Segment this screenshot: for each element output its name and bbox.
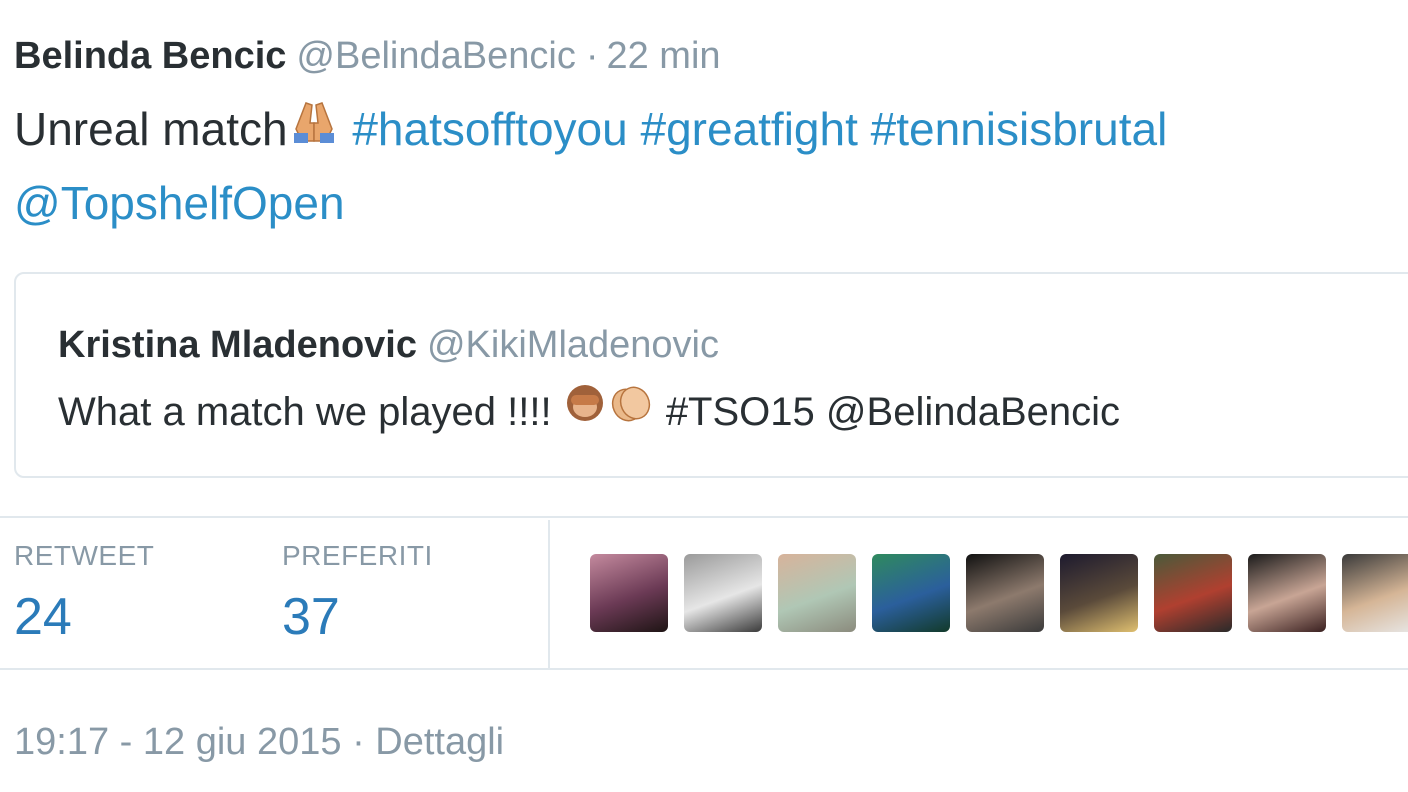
author-name[interactable]: Belinda Bencic bbox=[14, 35, 286, 77]
quoted-tweet-card[interactable]: Kristina Mladenovic @KikiMladenovic What … bbox=[14, 272, 1408, 478]
quoted-tweet-text: What a match we played !!!! #TSO15 @Beli… bbox=[58, 384, 1120, 444]
quoted-hashtag: #TSO15 bbox=[665, 390, 815, 434]
tweet-text: Unreal match #hatsofftoyou #greatfight #… bbox=[14, 94, 1394, 238]
favorites-stat[interactable]: PREFERITI 37 bbox=[282, 538, 433, 650]
favoriter-avatar[interactable] bbox=[590, 554, 668, 632]
favoriter-avatar[interactable] bbox=[1060, 554, 1138, 632]
retweet-stat[interactable]: RETWEET 24 bbox=[14, 538, 154, 650]
author-handle[interactable]: @BelindaBencic bbox=[296, 35, 575, 77]
tweet-stats: RETWEET 24 PREFERITI 37 bbox=[0, 516, 1408, 670]
tweet-timestamp[interactable]: 19:17 - 12 giu 2015 bbox=[14, 721, 342, 763]
favorites-label: PREFERITI bbox=[282, 540, 433, 571]
quoted-author-handle: @KikiMladenovic bbox=[426, 324, 719, 366]
favoriter-avatar[interactable] bbox=[966, 554, 1044, 632]
mention-link[interactable]: @TopshelfOpen bbox=[14, 177, 345, 229]
tweet-text-prefix: Unreal match bbox=[14, 103, 288, 155]
retweet-label: RETWEET bbox=[14, 540, 155, 571]
quoted-text: What a match we played !!!! bbox=[58, 390, 552, 434]
retweet-count: 24 bbox=[14, 588, 72, 646]
footer-separator: · bbox=[352, 721, 365, 763]
favorites-count: 37 bbox=[282, 588, 340, 646]
hashtag-link[interactable]: #greatfight bbox=[641, 103, 858, 155]
favoriter-avatar[interactable] bbox=[684, 554, 762, 632]
hashtag-link[interactable]: #tennisisbrutal bbox=[871, 103, 1168, 155]
praying-hands-icon bbox=[288, 93, 340, 164]
favoriter-avatar[interactable] bbox=[1342, 554, 1408, 632]
quoted-tweet-header: Kristina Mladenovic @KikiMladenovic bbox=[58, 320, 719, 370]
tweet-time[interactable]: 22 min bbox=[606, 35, 720, 77]
tweet-footer: 19:17 - 12 giu 2015 · Dettagli bbox=[14, 716, 504, 768]
favoriters-avatars bbox=[590, 554, 1408, 634]
stats-divider bbox=[548, 520, 550, 670]
see-no-evil-monkey-icon bbox=[563, 381, 607, 440]
tweet-header: Belinda Bencic @BelindaBencic · 22 min bbox=[14, 30, 721, 82]
quoted-author-name: Kristina Mladenovic bbox=[58, 324, 417, 366]
quoted-mention: @BelindaBencic bbox=[825, 390, 1121, 434]
favoriter-avatar[interactable] bbox=[778, 554, 856, 632]
details-link[interactable]: Dettagli bbox=[375, 721, 504, 763]
favoriter-avatar[interactable] bbox=[872, 554, 950, 632]
tweet: Belinda Bencic @BelindaBencic · 22 min Unre… bbox=[0, 0, 1408, 792]
favoriter-avatar[interactable] bbox=[1154, 554, 1232, 632]
clapping-hands-icon bbox=[607, 381, 655, 440]
favoriter-avatar[interactable] bbox=[1248, 554, 1326, 632]
hashtag-link[interactable]: #hatsofftoyou bbox=[352, 103, 627, 155]
header-separator: · bbox=[585, 35, 599, 77]
